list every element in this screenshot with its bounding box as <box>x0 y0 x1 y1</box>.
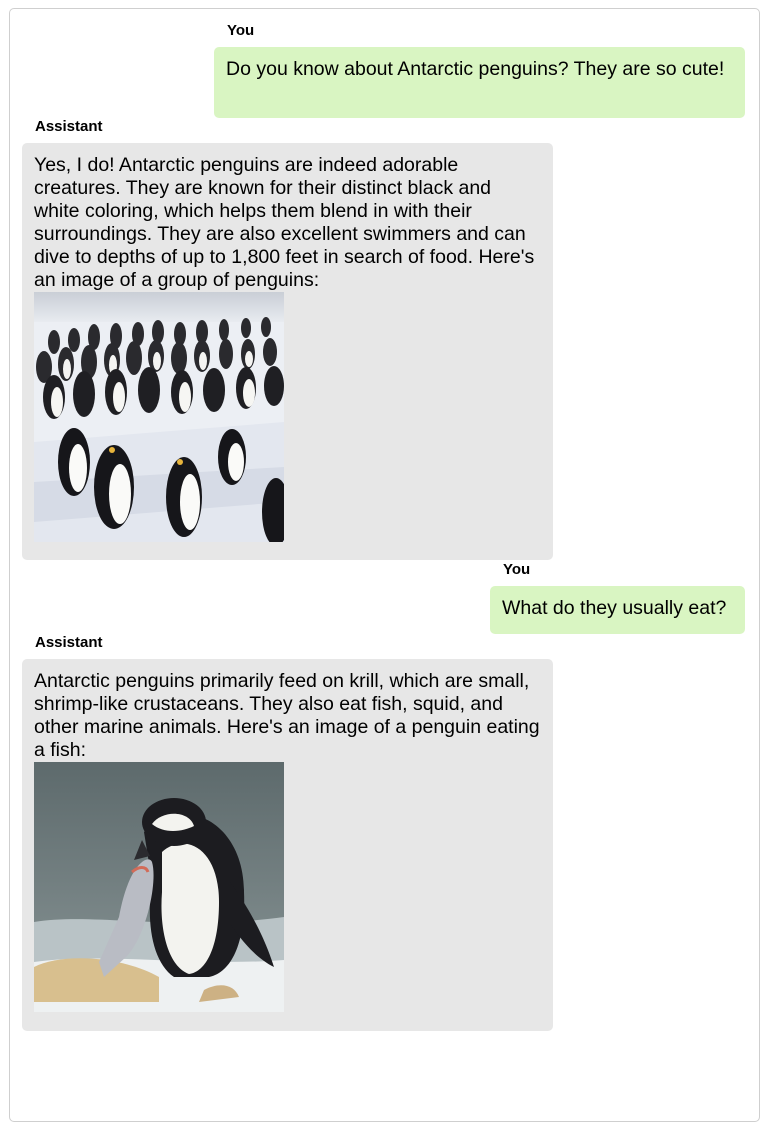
user-message-bubble: What do they usually eat? <box>490 586 745 634</box>
penguin-group-image <box>34 292 284 542</box>
assistant-message-bubble: Yes, I do! Antarctic penguins are indeed… <box>22 143 553 560</box>
message-text: Yes, I do! Antarctic penguins are indeed… <box>34 154 535 291</box>
user-message-bubble: Do you know about Antarctic penguins? Th… <box>214 47 745 118</box>
sender-label-assistant: Assistant <box>35 634 103 651</box>
message-text: What do they usually eat? <box>502 597 727 619</box>
penguin-group-illustration <box>34 292 284 542</box>
penguin-eating-fish-image <box>34 762 284 1012</box>
message-text: Do you know about Antarctic penguins? Th… <box>226 58 725 80</box>
message-text: Antarctic penguins primarily feed on kri… <box>34 670 540 761</box>
assistant-message-bubble: Antarctic penguins primarily feed on kri… <box>22 659 553 1031</box>
sender-label-user: You <box>227 22 255 39</box>
sender-label-user: You <box>503 561 531 578</box>
sender-label-assistant: Assistant <box>35 118 103 135</box>
penguin-eating-fish-illustration <box>34 762 284 1012</box>
